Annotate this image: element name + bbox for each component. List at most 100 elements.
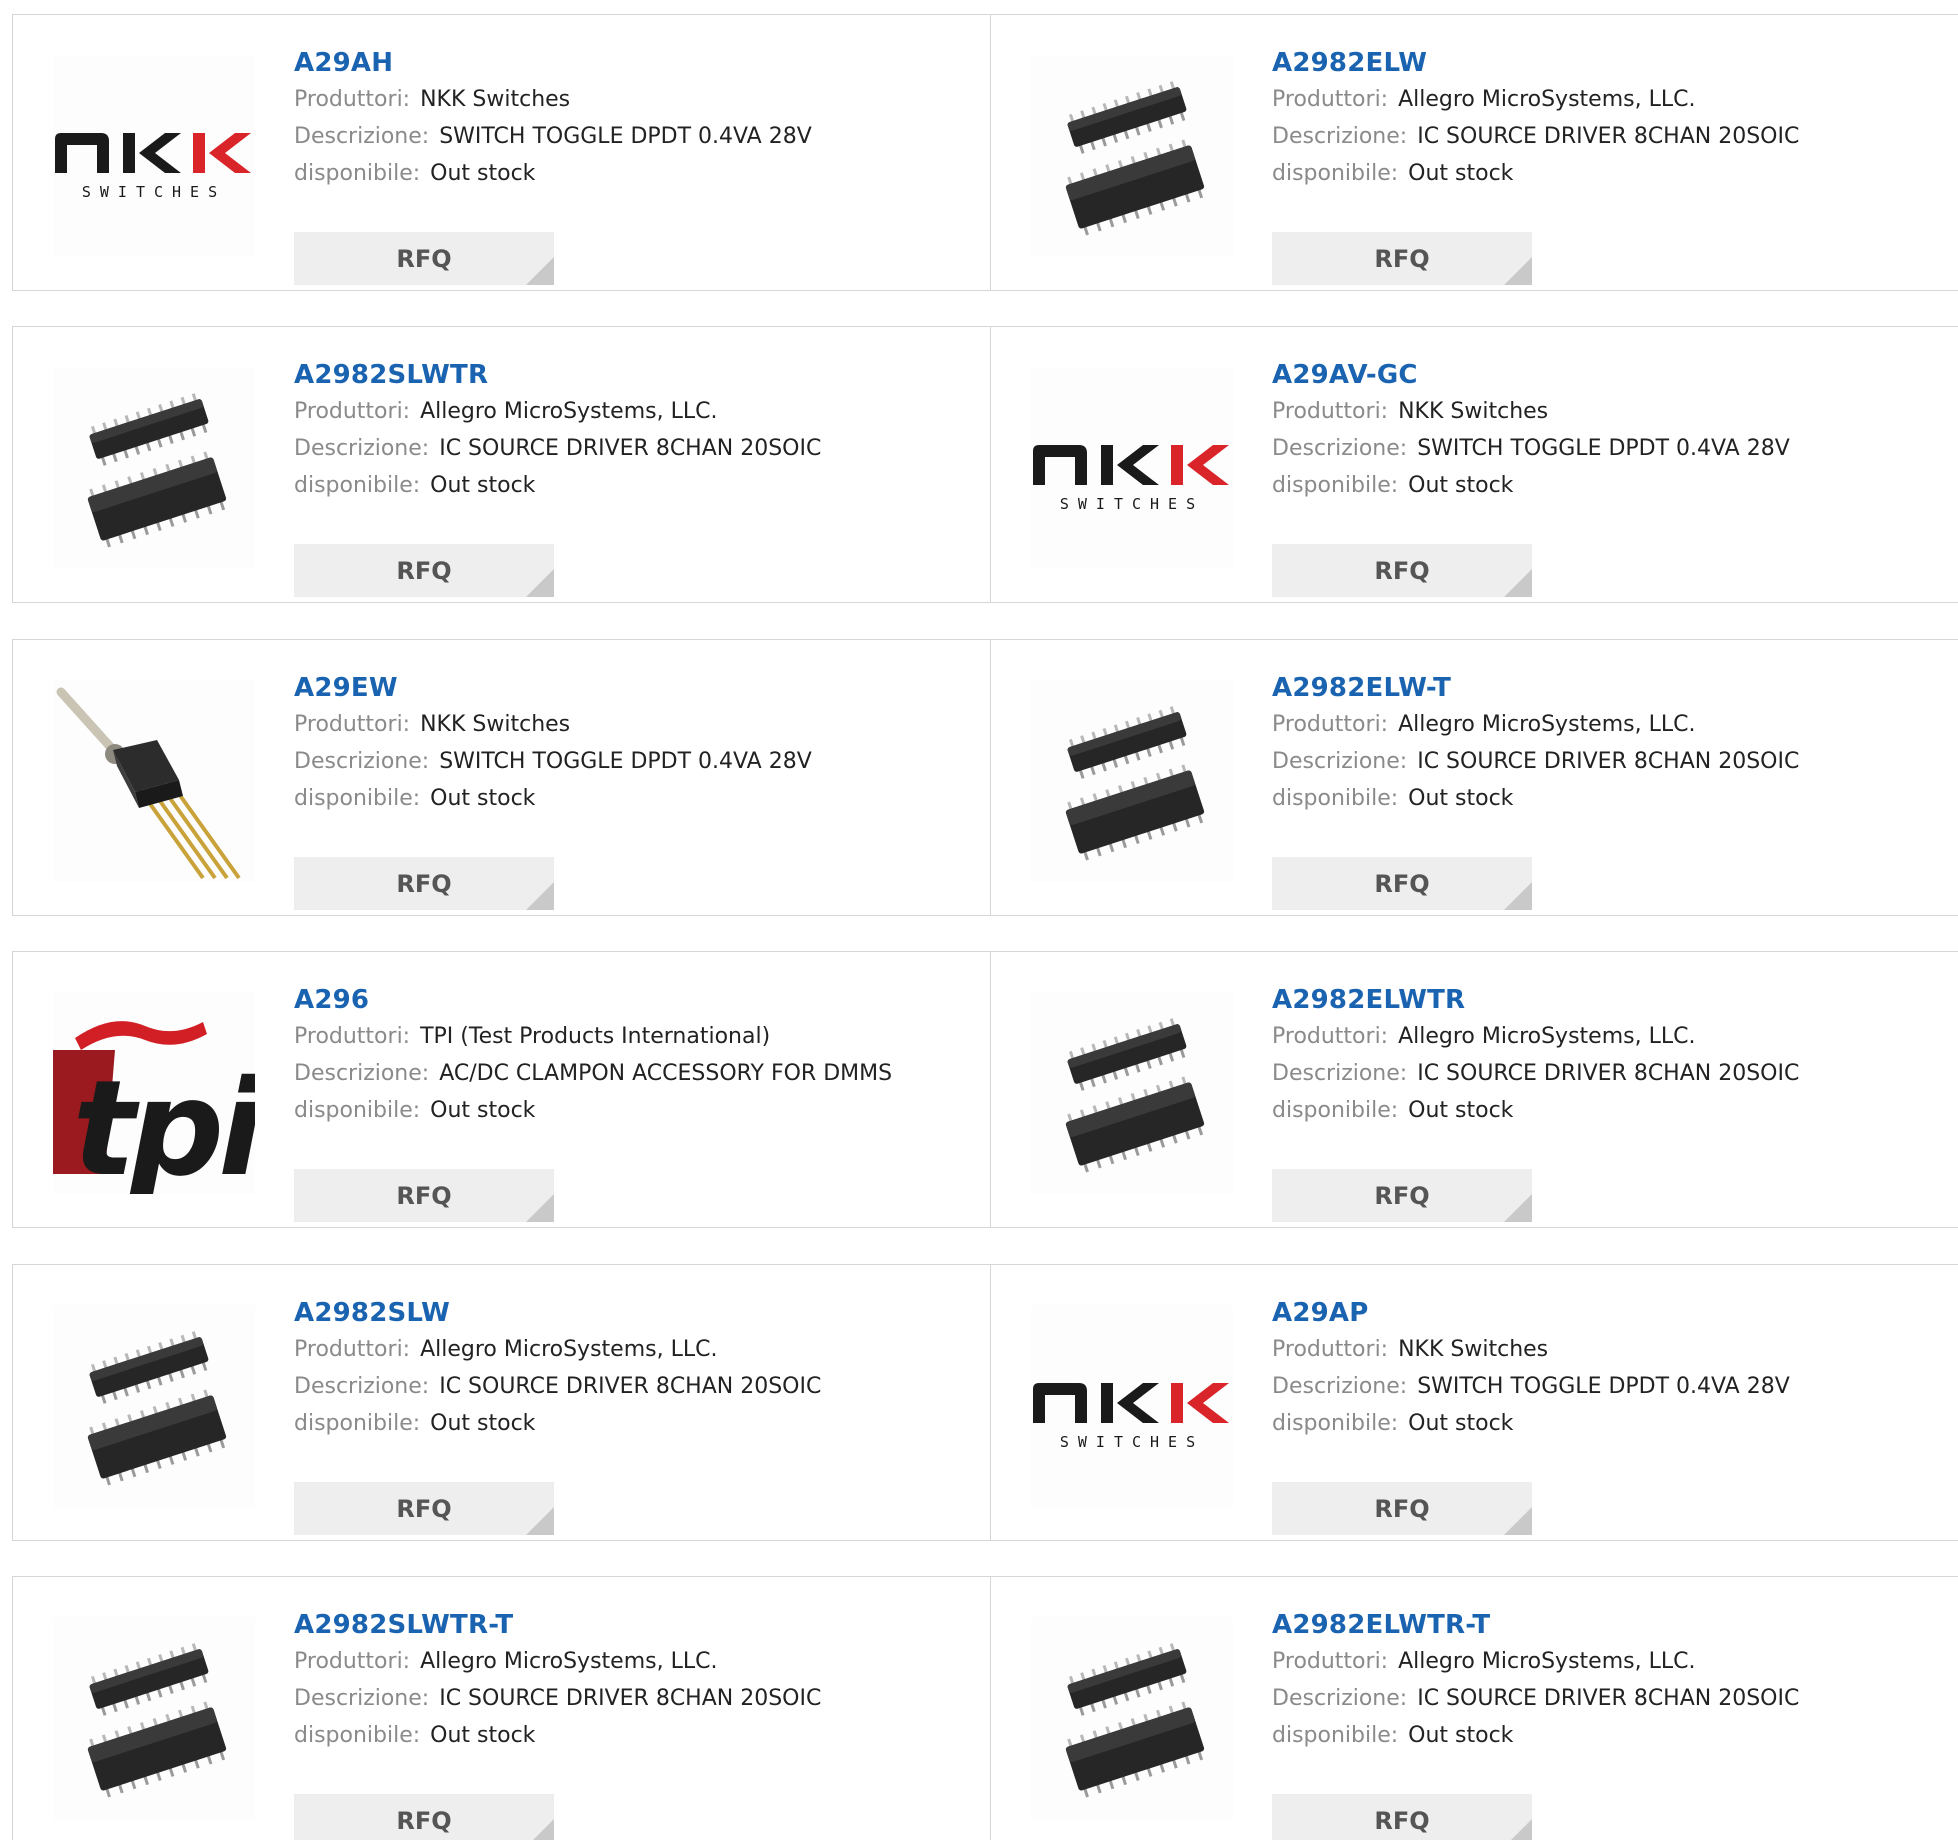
product-info: A296 Produttori: TPI (Test Products Inter…: [294, 982, 974, 1222]
corner-fold-decoration: [526, 257, 554, 285]
corner-fold-decoration: [1504, 1819, 1532, 1840]
corner-fold-decoration: [1504, 1194, 1532, 1222]
soic-chip-photo: [87, 393, 227, 548]
part-number-link[interactable]: A2982SLWTR-T: [294, 1607, 974, 1643]
part-number-link[interactable]: A29AV-GC: [1272, 357, 1952, 393]
rfq-label: RFQ: [396, 244, 452, 273]
description-label: Descrizione:: [294, 124, 430, 149]
product-image[interactable]: SWITCHES: [53, 55, 255, 257]
description-value: IC SOURCE DRIVER 8CHAN 20SOIC: [439, 1374, 822, 1399]
part-number-link[interactable]: A29AP: [1272, 1295, 1952, 1331]
availability-value: Out stock: [1408, 161, 1514, 186]
product-card: A2982SLWTR-T Produttori: Allegro MicroSys…: [12, 1576, 992, 1840]
rfq-button[interactable]: RFQ: [1272, 1482, 1532, 1535]
manufacturer-value: Allegro MicroSystems, LLC.: [420, 1337, 718, 1362]
part-number-link[interactable]: A29AH: [294, 45, 974, 81]
manufacturer-label: Produttori:: [1272, 712, 1389, 737]
nkk-tagline: SWITCHES: [82, 183, 226, 201]
corner-fold-decoration: [526, 569, 554, 597]
product-info: A29AP Produttori: NKK Switches Descrizion…: [1272, 1295, 1952, 1535]
rfq-button[interactable]: RFQ: [294, 1794, 554, 1840]
rfq-button[interactable]: RFQ: [1272, 857, 1532, 910]
product-image[interactable]: [1031, 1617, 1233, 1819]
nkk-tagline: SWITCHES: [1060, 495, 1204, 513]
manufacturer-row: Produttori: NKK Switches: [1272, 393, 1952, 430]
availability-row: disponibile: Out stock: [1272, 1717, 1952, 1754]
rfq-button[interactable]: RFQ: [294, 1482, 554, 1535]
part-number-link[interactable]: A2982SLWTR: [294, 357, 974, 393]
product-image[interactable]: tpi: [53, 992, 255, 1194]
availability-value: Out stock: [1408, 1411, 1514, 1436]
availability-row: disponibile: Out stock: [294, 780, 974, 817]
rfq-label: RFQ: [396, 1494, 452, 1523]
product-image[interactable]: SWITCHES: [1031, 1305, 1233, 1507]
product-image[interactable]: [1031, 992, 1233, 1194]
manufacturer-value: NKK Switches: [1398, 1337, 1549, 1362]
manufacturer-value: Allegro MicroSystems, LLC.: [1398, 712, 1696, 737]
product-image[interactable]: [53, 1617, 255, 1819]
description-row: Descrizione: SWITCH TOGGLE DPDT 0.4VA 28V: [1272, 430, 1952, 467]
product-card: SWITCHES A29AH Produttori: NKK Switches D…: [12, 14, 992, 291]
nkk-switches-logo: SWITCHES: [1033, 1383, 1229, 1451]
manufacturer-label: Produttori:: [294, 1337, 411, 1362]
rfq-button[interactable]: RFQ: [294, 232, 554, 285]
product-image[interactable]: [1031, 680, 1233, 882]
corner-fold-decoration: [526, 1194, 554, 1222]
manufacturer-row: Produttori: TPI (Test Products Internatio…: [294, 1018, 974, 1055]
rfq-label: RFQ: [1374, 869, 1430, 898]
rfq-button[interactable]: RFQ: [1272, 232, 1532, 285]
soic-chip-photo: [1065, 1018, 1205, 1173]
product-card: A2982ELWTR Produttori: Allegro MicroSyste…: [990, 951, 1958, 1228]
manufacturer-label: Produttori:: [1272, 1337, 1389, 1362]
corner-fold-decoration: [526, 1819, 554, 1840]
rfq-button[interactable]: RFQ: [294, 1169, 554, 1222]
rfq-button[interactable]: RFQ: [294, 857, 554, 910]
rfq-button[interactable]: RFQ: [1272, 1794, 1532, 1840]
description-label: Descrizione:: [294, 1374, 430, 1399]
rfq-label: RFQ: [396, 869, 452, 898]
description-row: Descrizione: IC SOURCE DRIVER 8CHAN 20SOI…: [1272, 1055, 1952, 1092]
product-info: A29AH Produttori: NKK Switches Descrizion…: [294, 45, 974, 285]
corner-fold-decoration: [526, 1507, 554, 1535]
product-info: A2982SLWTR-T Produttori: Allegro MicroSys…: [294, 1607, 974, 1840]
product-image[interactable]: [53, 1305, 255, 1507]
part-number-link[interactable]: A296: [294, 982, 974, 1018]
part-number-link[interactable]: A2982ELW: [1272, 45, 1952, 81]
description-row: Descrizione: IC SOURCE DRIVER 8CHAN 20SOI…: [1272, 743, 1952, 780]
nkk-tagline: SWITCHES: [1060, 1433, 1204, 1451]
product-image[interactable]: [1031, 55, 1233, 257]
rfq-button[interactable]: RFQ: [1272, 1169, 1532, 1222]
description-label: Descrizione:: [294, 749, 430, 774]
description-row: Descrizione: IC SOURCE DRIVER 8CHAN 20SOI…: [1272, 118, 1952, 155]
description-row: Descrizione: AC/DC CLAMPON ACCESSORY FOR …: [294, 1055, 974, 1092]
manufacturer-row: Produttori: Allegro MicroSystems, LLC.: [1272, 1643, 1952, 1680]
rfq-button[interactable]: RFQ: [294, 544, 554, 597]
product-card: A2982SLWTR Produttori: Allegro MicroSyste…: [12, 326, 992, 603]
availability-row: disponibile: Out stock: [294, 155, 974, 192]
manufacturer-label: Produttori:: [1272, 399, 1389, 424]
corner-fold-decoration: [1504, 882, 1532, 910]
availability-label: disponibile:: [294, 1411, 421, 1436]
product-info: A2982SLWTR Produttori: Allegro MicroSyste…: [294, 357, 974, 597]
product-card: A29EW Produttori: NKK Switches Descrizion…: [12, 639, 992, 916]
part-number-link[interactable]: A2982ELW-T: [1272, 670, 1952, 706]
soic-chip-photo: [87, 1331, 227, 1486]
part-number-link[interactable]: A2982SLW: [294, 1295, 974, 1331]
nkk-switches-logo: SWITCHES: [55, 133, 251, 201]
part-number-link[interactable]: A2982ELWTR: [1272, 982, 1952, 1018]
availability-value: Out stock: [1408, 786, 1514, 811]
product-info: A2982SLW Produttori: Allegro MicroSystems…: [294, 1295, 974, 1535]
description-label: Descrizione:: [294, 1061, 430, 1086]
manufacturer-row: Produttori: Allegro MicroSystems, LLC.: [294, 393, 974, 430]
tpi-logo: tpi: [53, 1021, 255, 1194]
part-number-link[interactable]: A2982ELWTR-T: [1272, 1607, 1952, 1643]
manufacturer-label: Produttori:: [294, 87, 411, 112]
product-image[interactable]: [53, 680, 255, 882]
product-info: A2982ELW Produttori: Allegro MicroSystems…: [1272, 45, 1952, 285]
manufacturer-value: NKK Switches: [1398, 399, 1549, 424]
rfq-button[interactable]: RFQ: [1272, 544, 1532, 597]
product-image[interactable]: SWITCHES: [1031, 367, 1233, 569]
part-number-link[interactable]: A29EW: [294, 670, 974, 706]
manufacturer-label: Produttori:: [1272, 87, 1389, 112]
product-image[interactable]: [53, 367, 255, 569]
